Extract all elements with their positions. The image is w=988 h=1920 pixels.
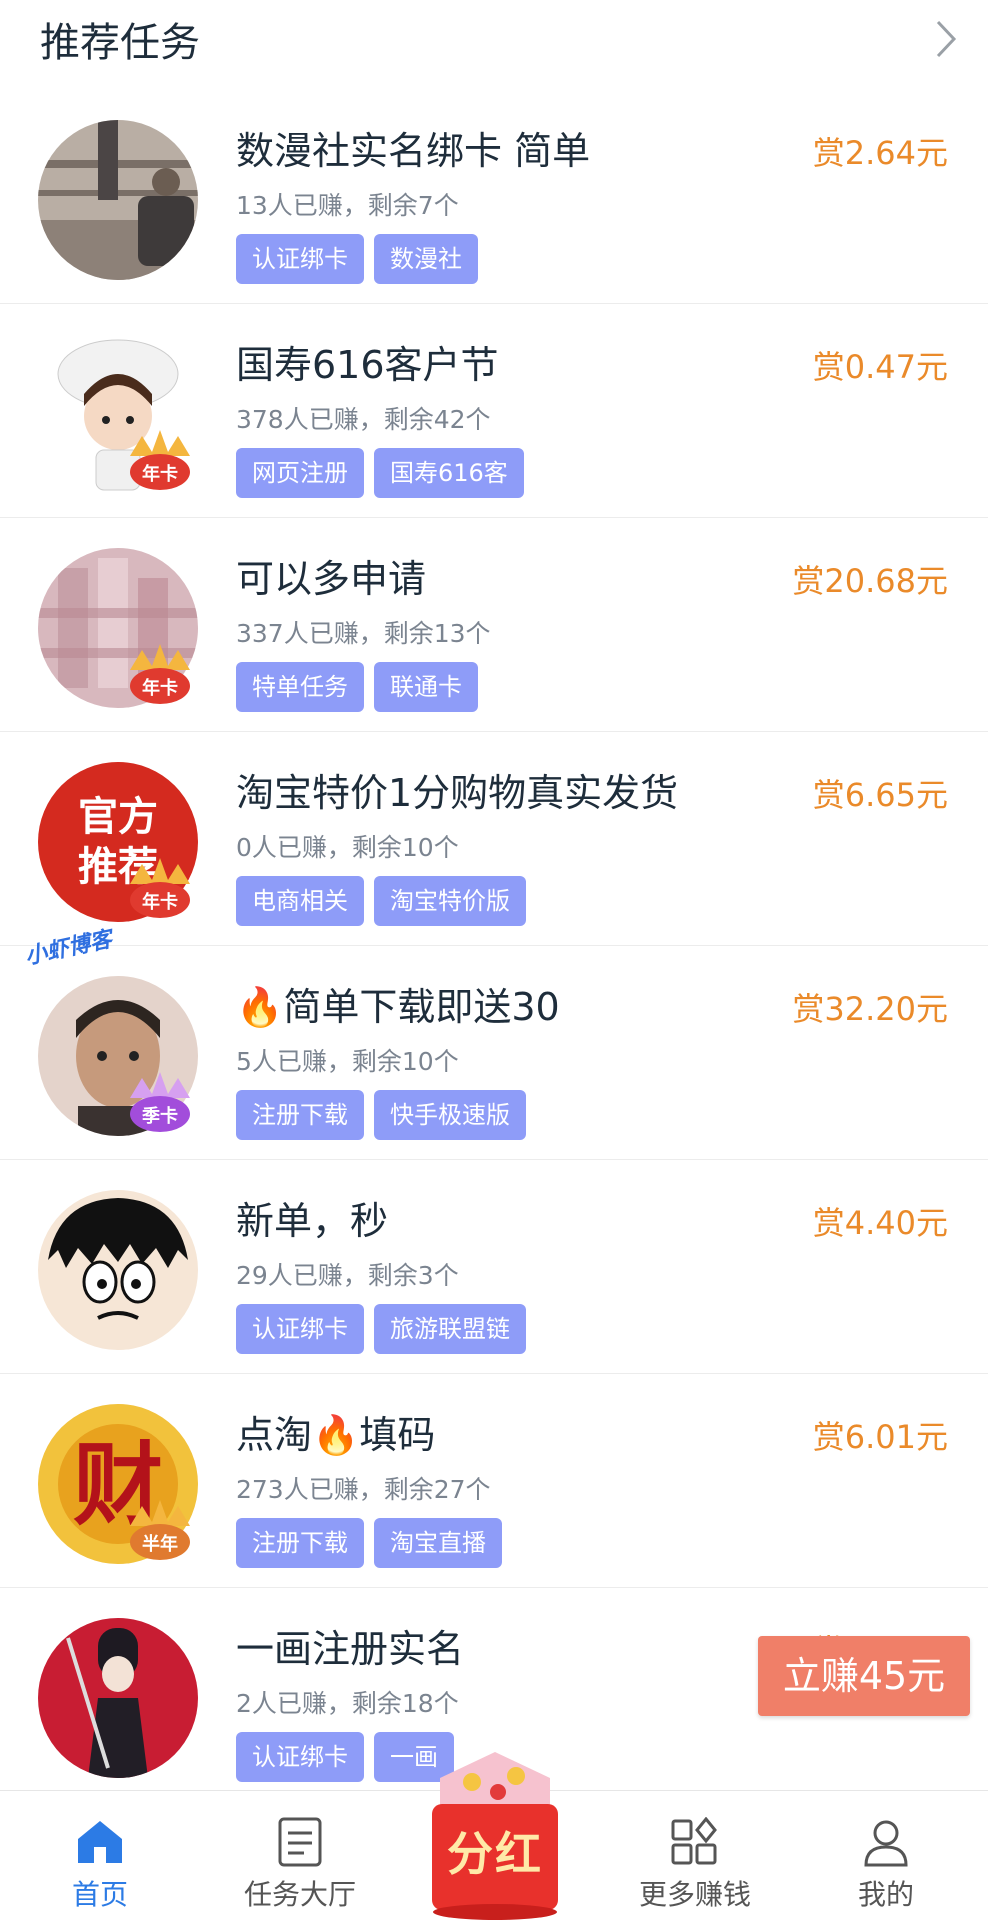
tab-label: 任务大厅 bbox=[243, 1878, 356, 1911]
task-title: 可以多申请 bbox=[236, 557, 427, 601]
task-title: 🔥简单下载即送30 bbox=[236, 985, 560, 1029]
task-stats: 29人已赚，剩余3个 bbox=[236, 1261, 459, 1290]
task-reward: 赏6.65元 bbox=[812, 776, 948, 814]
task-stats: 273人已赚，剩余27个 bbox=[236, 1475, 491, 1504]
grid-icon bbox=[671, 1817, 717, 1865]
badge-label: 年卡 bbox=[142, 677, 178, 699]
task-row[interactable]: 数漫社实名绑卡 简单 13人已赚，剩余7个 认证绑卡 数漫社 赏2.64元 bbox=[0, 90, 988, 304]
badge-label: 年卡 bbox=[142, 463, 178, 485]
task-stats: 0人已赚，剩余10个 bbox=[236, 833, 459, 862]
task-list-icon bbox=[278, 1817, 322, 1867]
tab-label: 首页 bbox=[71, 1878, 128, 1911]
task-title: 国寿616客户节 bbox=[236, 343, 499, 387]
task-title: 淘宝特价1分购物真实发货 bbox=[236, 771, 679, 815]
task-title: 数漫社实名绑卡 简单 bbox=[236, 129, 591, 173]
task-tag: 快手极速版 bbox=[374, 1090, 526, 1140]
task-tag: 淘宝特价版 bbox=[374, 876, 526, 926]
task-reward: 赏2.64元 bbox=[812, 134, 948, 172]
task-tag: 数漫社 bbox=[374, 234, 478, 284]
badge-label: 季卡 bbox=[142, 1105, 178, 1127]
task-stats: 13人已赚，剩余7个 bbox=[236, 191, 459, 220]
task-row[interactable]: 官方 推荐 年卡 淘宝特价1分购物真实发货 0人已赚，剩余10个 电商相关 淘宝… bbox=[0, 732, 988, 946]
tab-task-hall[interactable]: 任务大厅 bbox=[210, 1791, 390, 1920]
task-tag: 国寿616客 bbox=[374, 448, 524, 498]
dividend-label: 分红 bbox=[447, 1827, 543, 1881]
dividend-button[interactable]: 分红 bbox=[420, 1748, 570, 1920]
task-tags: 认证绑卡 旅游联盟链 bbox=[236, 1304, 526, 1354]
task-tag: 认证绑卡 bbox=[236, 234, 364, 284]
task-tag: 注册下载 bbox=[236, 1090, 364, 1140]
user-icon bbox=[864, 1820, 908, 1867]
task-reward: 赏4.40元 bbox=[812, 1204, 948, 1242]
task-stats: 337人已赚，剩余13个 bbox=[236, 619, 491, 648]
task-avatar bbox=[38, 120, 198, 280]
task-row[interactable]: 季卡 🔥简单下载即送30 5人已赚，剩余10个 注册下载 快手极速版 赏32.2… bbox=[0, 946, 988, 1160]
tab-mine[interactable]: 我的 bbox=[796, 1791, 976, 1920]
task-tag: 电商相关 bbox=[236, 876, 364, 926]
task-reward: 赏32.20元 bbox=[792, 990, 948, 1028]
tab-home[interactable]: 首页 bbox=[10, 1791, 190, 1920]
avatar-text: 官方 bbox=[78, 794, 158, 840]
tab-label: 更多赚钱 bbox=[638, 1878, 751, 1911]
badge-label: 半年 bbox=[142, 1533, 178, 1555]
year-card-badge-icon: 年卡 bbox=[122, 636, 198, 712]
section-header: 推荐任务 bbox=[0, 0, 988, 90]
task-tag: 特单任务 bbox=[236, 662, 364, 712]
year-card-badge-icon: 年卡 bbox=[122, 850, 198, 926]
chevron-right-icon[interactable] bbox=[928, 14, 964, 64]
year-card-badge-icon: 年卡 bbox=[122, 422, 198, 498]
task-avatar bbox=[38, 1190, 198, 1350]
task-row[interactable]: 年卡 国寿616客户节 378人已赚，剩余42个 网页注册 国寿616客 赏0.… bbox=[0, 304, 988, 518]
home-icon bbox=[78, 1821, 122, 1863]
task-row[interactable]: 新单，秒 29人已赚，剩余3个 认证绑卡 旅游联盟链 赏4.40元 bbox=[0, 1160, 988, 1374]
task-reward: 赏20.68元 bbox=[792, 562, 948, 600]
tab-label: 我的 bbox=[857, 1878, 914, 1911]
task-stats: 5人已赚，剩余10个 bbox=[236, 1047, 459, 1076]
task-tag: 认证绑卡 bbox=[236, 1304, 364, 1354]
task-tag: 淘宝直播 bbox=[374, 1518, 502, 1568]
tab-more-earn[interactable]: 更多赚钱 bbox=[605, 1791, 785, 1920]
season-card-badge-icon: 季卡 bbox=[122, 1064, 198, 1140]
task-tags: 电商相关 淘宝特价版 bbox=[236, 876, 526, 926]
task-title: 点淘🔥填码 bbox=[236, 1413, 436, 1457]
task-tag: 认证绑卡 bbox=[236, 1732, 364, 1782]
task-tags: 特单任务 联通卡 bbox=[236, 662, 478, 712]
task-tags: 网页注册 国寿616客 bbox=[236, 448, 524, 498]
task-title: 新单，秒 bbox=[236, 1199, 389, 1243]
section-title: 推荐任务 bbox=[40, 20, 200, 66]
task-tags: 注册下载 淘宝直播 bbox=[236, 1518, 502, 1568]
task-reward: 赏0.47元 bbox=[812, 348, 948, 386]
task-reward: 赏6.01元 bbox=[812, 1418, 948, 1456]
task-tag: 旅游联盟链 bbox=[374, 1304, 526, 1354]
task-title: 一画注册实名 bbox=[236, 1627, 465, 1671]
task-tags: 注册下载 快手极速版 bbox=[236, 1090, 526, 1140]
task-row[interactable]: 财 半年 点淘🔥填码 273人已赚，剩余27个 注册下载 淘宝直播 赏6.01元 bbox=[0, 1374, 988, 1588]
task-stats: 378人已赚，剩余42个 bbox=[236, 405, 491, 434]
badge-label: 年卡 bbox=[142, 891, 178, 913]
task-list: 数漫社实名绑卡 简单 13人已赚，剩余7个 认证绑卡 数漫社 赏2.64元 年卡… bbox=[0, 90, 988, 1802]
task-stats: 2人已赚，剩余18个 bbox=[236, 1689, 459, 1718]
task-tag: 网页注册 bbox=[236, 448, 364, 498]
task-tag: 注册下载 bbox=[236, 1518, 364, 1568]
half-year-card-badge-icon: 半年 bbox=[122, 1492, 198, 1568]
task-row[interactable]: 年卡 可以多申请 337人已赚，剩余13个 特单任务 联通卡 赏20.68元 bbox=[0, 518, 988, 732]
task-avatar bbox=[38, 1618, 198, 1778]
task-tags: 认证绑卡 数漫社 bbox=[236, 234, 478, 284]
earn-now-button[interactable]: 立赚45元 bbox=[758, 1636, 970, 1716]
task-tag: 联通卡 bbox=[374, 662, 478, 712]
